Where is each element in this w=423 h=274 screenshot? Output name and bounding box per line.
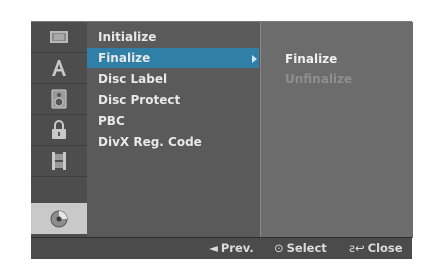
finalize-submenu: Finalize Unfinalize xyxy=(260,22,413,238)
submenu-item-unfinalize: Unfinalize xyxy=(285,72,353,86)
menu-item-disc-label[interactable]: Disc Label xyxy=(87,69,259,89)
menu-item-label: Initialize xyxy=(98,30,157,44)
category-audio[interactable] xyxy=(31,84,87,115)
prev-hint[interactable]: ◄ Prev. xyxy=(209,238,254,259)
lock-icon xyxy=(51,120,67,140)
setup-menu-panel: Initialize Finalize Disc Label Disc Prot… xyxy=(31,21,413,238)
category-column xyxy=(31,22,87,238)
return-icon: ƨ↩ xyxy=(349,241,365,255)
prev-label: Prev. xyxy=(220,241,254,255)
disc-menu: Initialize Finalize Disc Label Disc Prot… xyxy=(87,22,259,238)
speaker-icon xyxy=(51,89,67,109)
close-hint[interactable]: ƨ↩ Close xyxy=(349,238,403,259)
left-arrow-icon: ◄ xyxy=(209,241,218,255)
category-language[interactable] xyxy=(31,53,87,84)
select-label: Select xyxy=(286,241,327,255)
disc-icon xyxy=(50,210,68,228)
filmstrip-icon xyxy=(51,151,67,171)
category-filmstrip[interactable] xyxy=(31,146,87,177)
submenu-arrow-icon xyxy=(252,55,257,63)
close-label: Close xyxy=(367,241,403,255)
menu-item-pbc[interactable]: PBC xyxy=(87,111,259,131)
menu-item-divx-reg-code[interactable]: DivX Reg. Code xyxy=(87,132,259,152)
menu-item-label: Finalize xyxy=(98,51,151,65)
footer-hint-bar: ◄ Prev. ⊙ Select ƨ↩ Close xyxy=(31,237,412,259)
menu-item-label: Disc Label xyxy=(98,72,168,86)
menu-item-label: PBC xyxy=(98,114,125,128)
category-disc[interactable] xyxy=(31,203,87,234)
menu-item-label: Disc Protect xyxy=(98,93,181,107)
menu-item-label: DivX Reg. Code xyxy=(98,135,202,149)
submenu-item-finalize[interactable]: Finalize xyxy=(285,49,337,69)
menu-item-disc-protect[interactable]: Disc Protect xyxy=(87,90,259,110)
film-icon xyxy=(49,29,69,45)
select-circle-icon: ⊙ xyxy=(274,241,284,255)
menu-item-finalize[interactable]: Finalize xyxy=(87,48,259,68)
category-lock[interactable] xyxy=(31,115,87,146)
language-a-icon xyxy=(50,59,68,77)
category-film[interactable] xyxy=(31,22,87,53)
select-hint[interactable]: ⊙ Select xyxy=(274,238,327,259)
menu-item-initialize[interactable]: Initialize xyxy=(87,27,259,47)
